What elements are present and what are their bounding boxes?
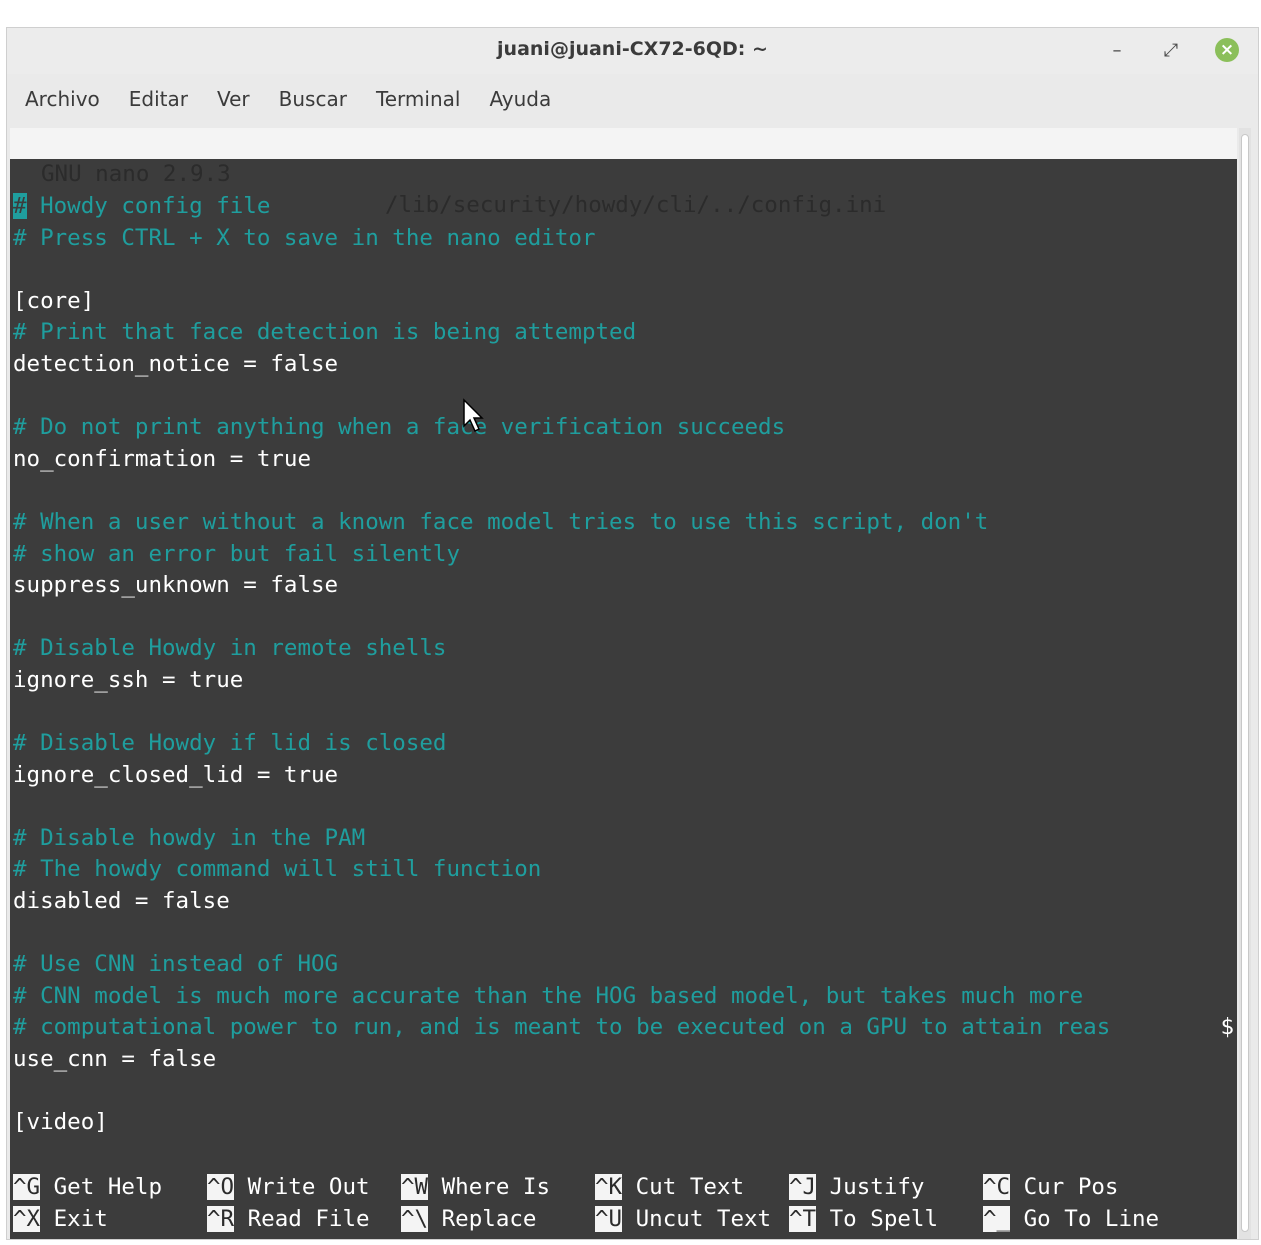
nano-version: GNU nano 2.9.3 — [41, 161, 231, 187]
comment-line: # When a user without a known face model… — [13, 508, 989, 535]
shortcut-key: ^W — [401, 1174, 429, 1200]
shortcut-cur-pos: ^C Cur Pos — [983, 1172, 1118, 1204]
config-line: [core] — [13, 287, 95, 314]
shortcut-key: ^G — [13, 1174, 41, 1200]
maximize-icon: ⤢ — [1163, 39, 1179, 61]
shortcut-where-is: ^W Where Is — [401, 1172, 550, 1204]
shortcut-key: ^O — [207, 1174, 235, 1200]
shortcut-key: ^T — [789, 1205, 817, 1232]
shortcut-label: Get Help — [53, 1174, 163, 1200]
comment-text: Howdy config file — [26, 193, 271, 219]
shortcut-label: Exit — [53, 1205, 108, 1232]
shortcut-get-help: ^G Get Help — [13, 1172, 162, 1204]
shortcut-to-spell: ^T To Spell — [789, 1204, 938, 1236]
comment-line: # Disable Howdy if lid is closed — [13, 730, 447, 757]
shortcut-exit: ^X Exit — [13, 1204, 108, 1236]
scrollbar-thumb[interactable] — [1241, 134, 1249, 1232]
shortcut-label: Cur Pos — [1023, 1174, 1119, 1200]
text-cursor: # — [13, 193, 27, 219]
title-bar[interactable]: juani@juani-CX72-6QD: ~ – ⤢ × — [7, 28, 1258, 74]
config-line: use_cnn = false — [13, 1046, 217, 1073]
comment-text: # computational power to run, and is mea… — [13, 1014, 1111, 1041]
config-line: detection_notice = false — [13, 350, 339, 377]
menu-ayuda[interactable]: Ayuda — [489, 87, 551, 111]
comment-line: # Disable Howdy in remote shells — [13, 635, 447, 662]
comment-line: # computational power to run, and is mea… — [13, 1012, 1234, 1044]
comment-line: # Do not print anything when a face veri… — [13, 414, 786, 441]
menu-buscar[interactable]: Buscar — [279, 87, 347, 111]
menu-terminal[interactable]: Terminal — [376, 87, 461, 111]
shortcut-uncut-text: ^U Uncut Text — [595, 1204, 771, 1236]
shortcut-key: ^\ — [401, 1205, 429, 1232]
shortcut-label: Cut Text — [635, 1174, 745, 1200]
close-icon: × — [1215, 38, 1239, 62]
mouse-pointer-icon — [463, 398, 484, 433]
config-line: disabled = false — [13, 888, 230, 915]
comment-line: # show an error but fail silently — [13, 540, 461, 567]
shortcut-justify: ^J Justify — [789, 1172, 924, 1204]
shortcut-cut-text: ^K Cut Text — [595, 1172, 744, 1204]
shortcut-label: To Spell — [829, 1205, 939, 1232]
comment-line: # Howdy config file — [13, 191, 1234, 223]
shortcut-key: ^R — [207, 1205, 235, 1232]
scrollbar[interactable] — [1239, 128, 1251, 1239]
minimize-button[interactable]: – — [1103, 36, 1131, 64]
shortcut-label: Replace — [441, 1205, 537, 1232]
shortcut-replace: ^\ Replace — [401, 1204, 536, 1236]
maximize-button[interactable]: ⤢ — [1157, 36, 1185, 64]
minimize-icon: – — [1112, 39, 1122, 61]
shortcut-key: ^J — [789, 1174, 817, 1200]
nano-title-bar: GNU nano 2.9.3 /lib/security/howdy/cli/.… — [10, 128, 1237, 218]
shortcut-write-out: ^O Write Out — [207, 1172, 370, 1204]
shortcut-key: ^X — [13, 1205, 41, 1232]
shortcut-bar: ^G Get Help ^O Write Out ^W Where Is ^K Cut… — [13, 1172, 1237, 1235]
comment-line: # Press CTRL + X to save in the nano edi… — [13, 224, 596, 251]
config-line: ignore_closed_lid = true — [13, 761, 339, 788]
shortcut-key: ^U — [595, 1205, 623, 1232]
shortcut-read-file: ^R Read File — [207, 1204, 370, 1236]
editor-buffer[interactable]: # Howdy config file # Press CTRL + X to s… — [13, 191, 1234, 1139]
menu-ver[interactable]: Ver — [217, 87, 250, 111]
comment-line: # Print that face detection is being att… — [13, 319, 637, 346]
window-title: juani@juani-CX72-6QD: ~ — [497, 38, 768, 60]
config-line: ignore_ssh = true — [13, 666, 244, 693]
line-overflow-marker: $ — [1220, 1014, 1234, 1041]
shortcut-label: Justify — [829, 1174, 925, 1200]
terminal-area[interactable]: GNU nano 2.9.3 /lib/security/howdy/cli/.… — [10, 128, 1237, 1239]
menu-bar: Archivo Editar Ver Buscar Terminal Ayuda — [7, 80, 1258, 118]
close-button[interactable]: × — [1213, 36, 1241, 64]
comment-line: # Use CNN instead of HOG — [13, 951, 339, 978]
shortcut-label: Go To Line — [1023, 1205, 1160, 1232]
shortcut-label: Where Is — [441, 1174, 551, 1200]
config-line: no_confirmation = true — [13, 445, 312, 472]
shortcut-key: ^K — [595, 1174, 623, 1200]
shortcut-label: Read File — [247, 1205, 370, 1232]
shortcut-row-1: ^G Get Help ^O Write Out ^W Where Is ^K Cut… — [13, 1172, 1237, 1204]
shortcut-row-2: ^X Exit ^R Read File ^\ Replace ^U Uncut Te… — [13, 1204, 1237, 1236]
shortcut-label: Write Out — [247, 1174, 370, 1200]
menu-editar[interactable]: Editar — [129, 87, 188, 111]
shortcut-key: ^_ — [983, 1205, 1011, 1232]
menu-archivo[interactable]: Archivo — [25, 87, 100, 111]
config-line: suppress_unknown = false — [13, 572, 339, 599]
config-line: [video] — [13, 1109, 108, 1136]
shortcut-key: ^C — [983, 1174, 1011, 1200]
shortcut-label: Uncut Text — [635, 1205, 772, 1232]
comment-line: # CNN model is much more accurate than t… — [13, 982, 1084, 1009]
comment-line: # Disable howdy in the PAM — [13, 824, 366, 851]
comment-line: # The howdy command will still function — [13, 856, 542, 883]
shortcut-go-to-line: ^_ Go To Line — [983, 1204, 1159, 1236]
terminal-window: juani@juani-CX72-6QD: ~ – ⤢ × Archivo Ed… — [6, 27, 1259, 1240]
